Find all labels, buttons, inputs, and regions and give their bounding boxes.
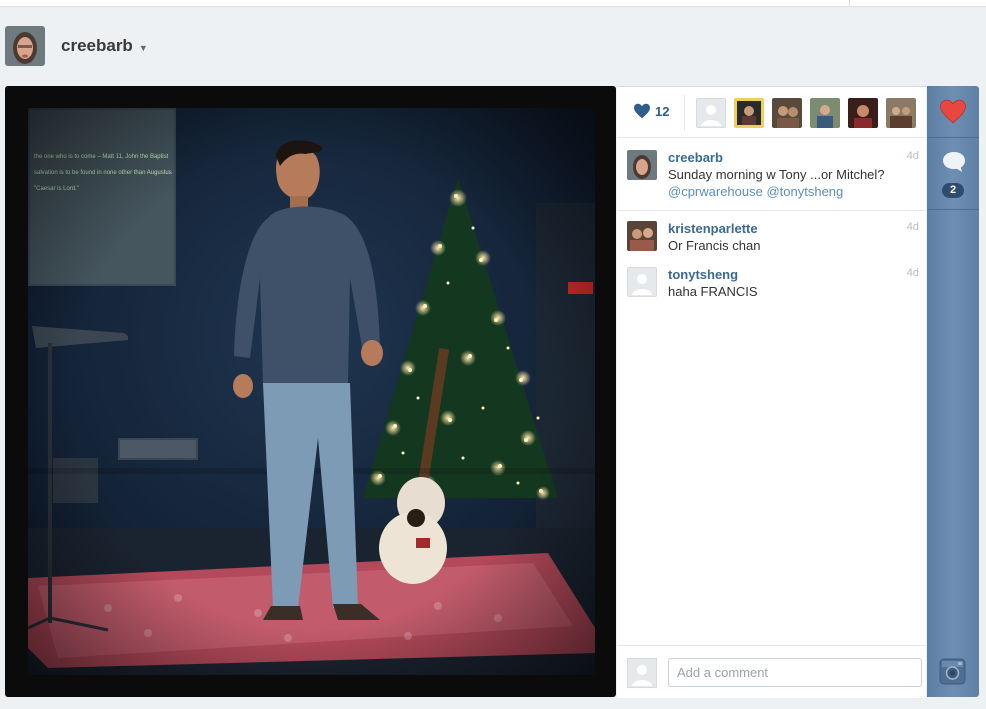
comment-age: 4d [906, 267, 919, 279]
caption-avatar[interactable] [627, 150, 657, 180]
comment-username[interactable]: kristenparlette [668, 221, 758, 236]
likes-divider [684, 95, 685, 131]
liker-avatar[interactable] [810, 98, 840, 128]
top-strip-divider [849, 0, 850, 6]
caption-mentions[interactable]: @cprwarehouse @tonytsheng [668, 183, 908, 200]
action-rail: 2 [927, 86, 979, 697]
post-photo[interactable]: the one who is to come – Matt 11, John t… [28, 108, 595, 675]
current-user-avatar [626, 657, 658, 689]
caption-username[interactable]: creebarb [668, 150, 723, 165]
comment-input[interactable] [668, 658, 922, 687]
photo-frame: the one who is to come – Matt 11, John t… [5, 86, 616, 697]
comment-item: tonytsheng 4d haha FRANCIS [627, 267, 919, 301]
caption-age: 4d [906, 150, 919, 162]
comment-avatar[interactable] [627, 267, 657, 297]
like-count-value: 12 [655, 103, 670, 119]
like-count[interactable]: 12 [633, 103, 669, 119]
chevron-down-icon[interactable]: ▼ [139, 43, 148, 53]
caption: creebarb 4d Sunday morning w Tony ...or … [627, 150, 919, 200]
comment-text: Or Francis chan [668, 238, 761, 253]
comment-item: kristenparlette 4d Or Francis chan [627, 221, 919, 255]
post-details-panel: 12 creebarb 4d Sunday morning w Tony ...… [617, 86, 926, 698]
comment-count-badge: 2 [942, 183, 964, 198]
caption-text-block: Sunday morning w Tony ...or Mitchel? @cp… [668, 166, 908, 200]
comment-bubble-icon [943, 152, 965, 172]
top-strip [0, 0, 986, 7]
likes-row: 12 [617, 87, 926, 138]
liker-avatar[interactable] [772, 98, 802, 128]
like-button[interactable] [927, 86, 979, 136]
heart-icon [634, 103, 650, 119]
liker-avatar[interactable] [886, 98, 916, 128]
caption-text: Sunday morning w Tony ...or Mitchel? [668, 167, 885, 182]
heart-icon [940, 99, 966, 123]
rail-divider [927, 209, 979, 210]
comment-composer [617, 645, 926, 698]
comment-avatar[interactable] [627, 221, 657, 251]
comment-username[interactable]: tonytsheng [668, 267, 738, 282]
caption-divider [617, 210, 926, 211]
owner-header: creebarb ▼ [5, 26, 148, 66]
comments-button[interactable]: 2 [927, 138, 979, 208]
instagram-camera-icon[interactable] [939, 658, 966, 685]
owner-avatar[interactable] [5, 26, 45, 66]
comment-text: haha FRANCIS [668, 284, 758, 299]
owner-username[interactable]: creebarb [61, 36, 133, 56]
comment-age: 4d [906, 221, 919, 233]
liker-avatar[interactable] [848, 98, 878, 128]
liker-avatar[interactable] [734, 98, 764, 128]
liker-avatar[interactable] [696, 98, 726, 128]
